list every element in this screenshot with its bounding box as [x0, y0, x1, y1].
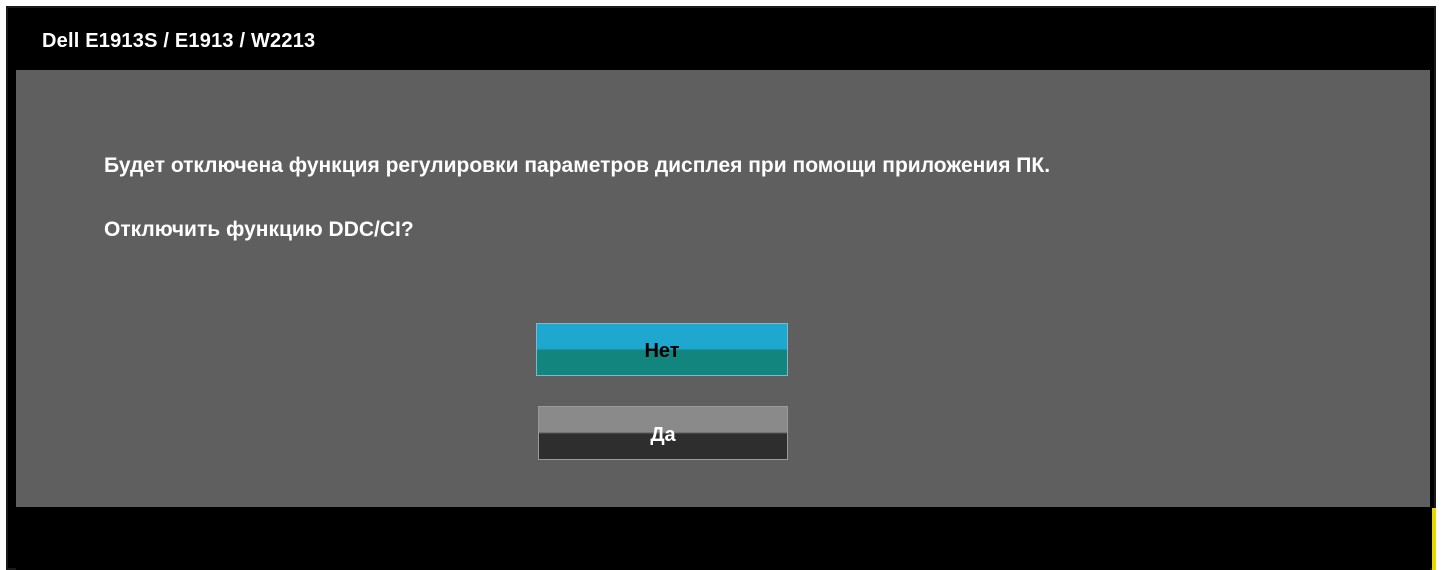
dialog-question: Отключить функцию DDC/CI?: [104, 218, 414, 241]
accent-stripe: [1432, 508, 1436, 570]
no-button[interactable]: Нет: [536, 323, 788, 376]
window-title: Dell E1913S / E1913 / W2213: [42, 30, 316, 52]
yes-button-label: Да: [650, 423, 676, 446]
osd-window: Dell E1913S / E1913 / W2213 Будет отключ…: [0, 0, 1446, 570]
status-bar: [16, 507, 1430, 570]
no-button-label: Нет: [644, 340, 680, 362]
dialog-panel: Будет отключена функция регулировки пара…: [16, 70, 1430, 507]
title-bar: Dell E1913S / E1913 / W2213: [16, 12, 1430, 70]
yes-button[interactable]: Да: [538, 406, 788, 460]
dialog-message: Будет отключена функция регулировки пара…: [104, 154, 1051, 177]
